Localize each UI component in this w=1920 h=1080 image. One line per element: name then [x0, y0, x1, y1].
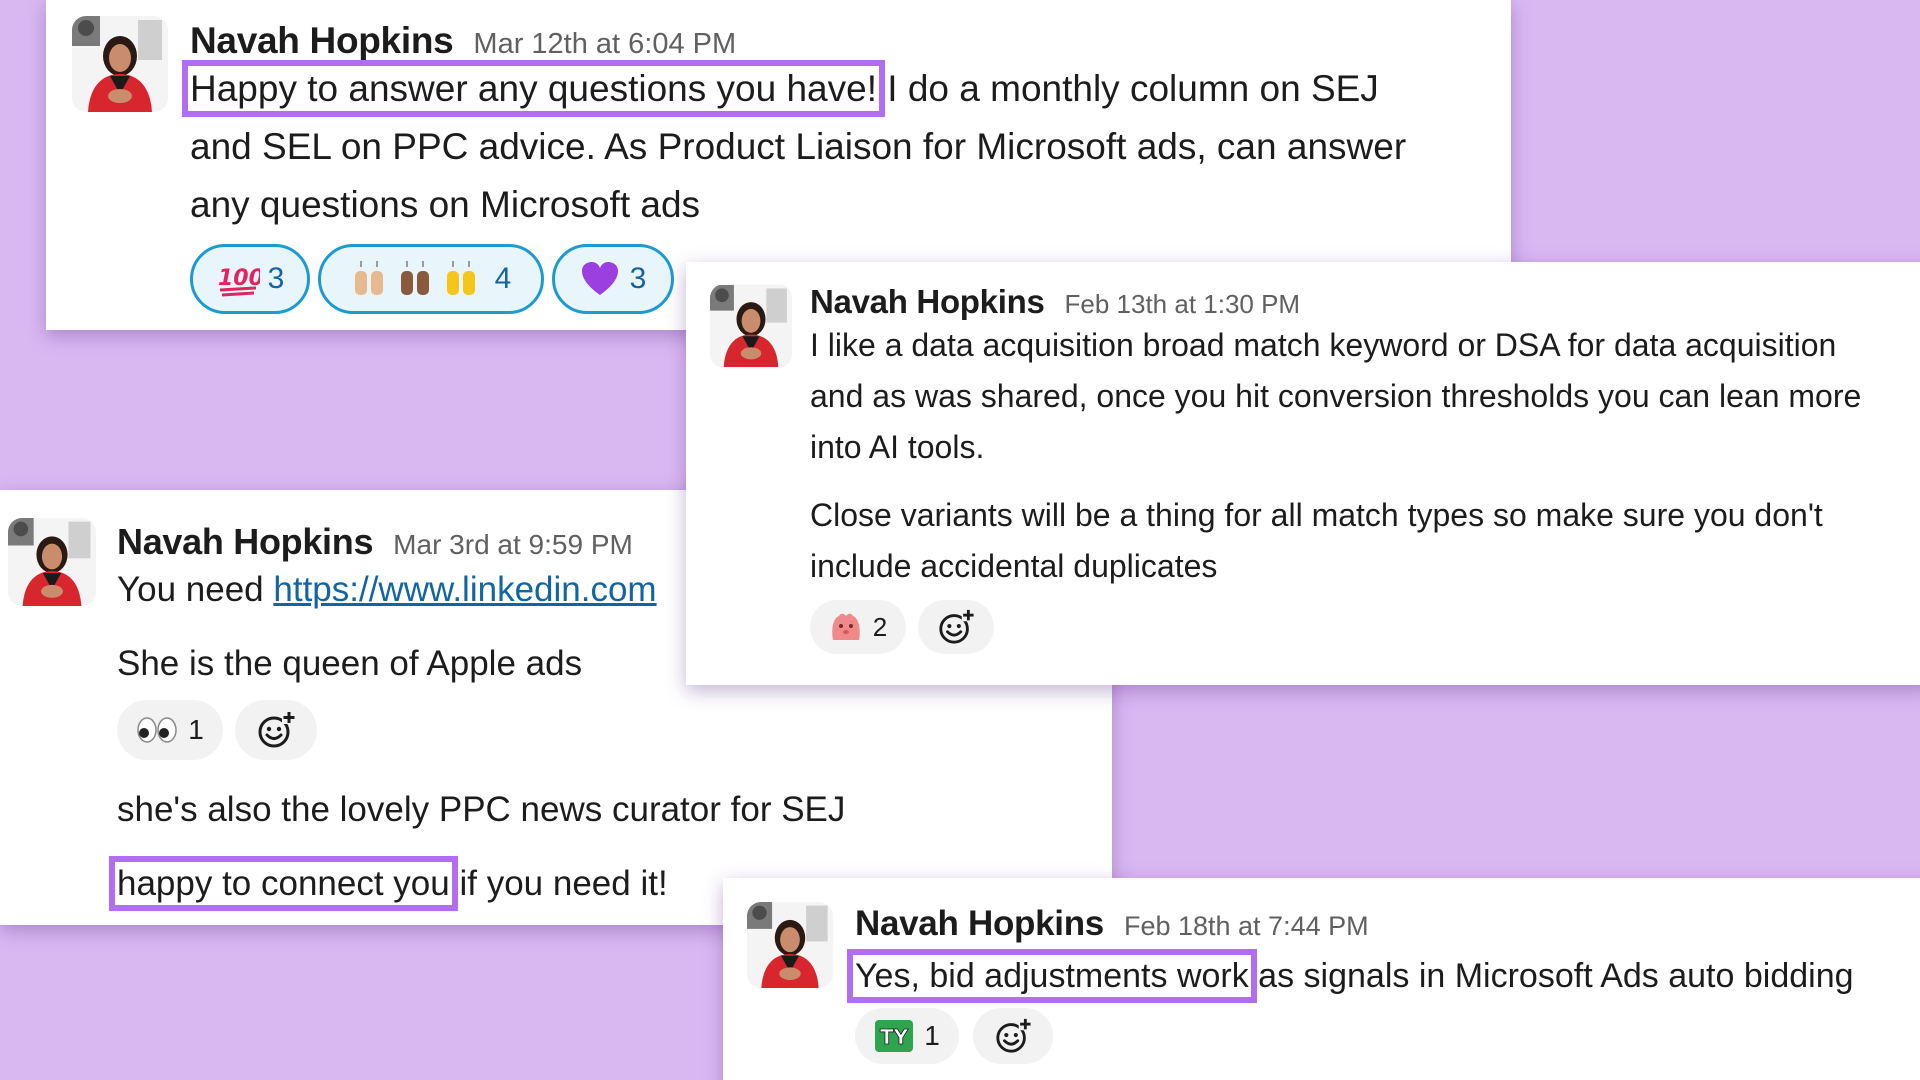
message-header: Navah Hopkins Feb 18th at 7:44 PM	[855, 898, 1854, 943]
reaction-count: 3	[267, 262, 285, 295]
message-line: into AI tools.	[810, 429, 985, 465]
reaction-count: 4	[494, 262, 512, 295]
reaction-eyes[interactable]: 1	[117, 700, 223, 760]
message-body: Navah Hopkins Feb 18th at 7:44 PM Yes, b…	[847, 898, 1854, 1064]
reaction-bar: TY 1	[855, 1008, 1854, 1064]
message-line: Happy to answer any questions you have! …	[182, 60, 1406, 118]
message-body: Navah Hopkins Feb 13th at 1:30 PM I like…	[810, 276, 1861, 654]
hundred-points-icon: 100	[216, 261, 260, 297]
message-line: Yes, bid adjustments work as signals in …	[847, 949, 1854, 1003]
reaction-count: 2	[872, 611, 888, 642]
author-name[interactable]: Navah Hopkins	[855, 898, 1104, 950]
purple-heart-icon	[580, 261, 620, 297]
message-line: Close variants will be a thing for all m…	[810, 497, 1823, 533]
add-reaction-button[interactable]	[235, 700, 317, 760]
message-line: she's also the lovely PPC news curator f…	[117, 790, 846, 829]
raised-hands-icon	[351, 259, 487, 299]
avatar-photo-icon	[8, 518, 96, 606]
add-reaction-button[interactable]	[973, 1008, 1053, 1064]
add-reaction-button[interactable]	[918, 600, 994, 654]
reaction-hundred[interactable]: 100 3	[190, 244, 310, 314]
reaction-raised-hands[interactable]: 4	[318, 244, 544, 314]
add-emoji-icon	[258, 712, 296, 748]
avatar[interactable]	[8, 518, 96, 606]
pink-blob-icon	[829, 612, 863, 642]
reaction-count: 1	[188, 714, 204, 745]
avatar[interactable]	[710, 284, 792, 368]
timestamp[interactable]: Feb 18th at 7:44 PM	[1124, 900, 1369, 952]
reaction-count: 1	[924, 1020, 940, 1051]
avatar[interactable]	[747, 902, 833, 988]
highlighted-text: Happy to answer any questions you have!	[182, 60, 885, 117]
avatar-photo-icon	[72, 16, 168, 112]
message-header: Navah Hopkins Feb 13th at 1:30 PM	[810, 276, 1861, 320]
message-line: and as was shared, once you hit conversi…	[810, 378, 1862, 414]
add-emoji-icon	[939, 609, 975, 644]
message-line: and SEL on PPC advice. As Product Liaiso…	[190, 126, 1407, 167]
ty-icon: TY	[874, 1019, 914, 1053]
highlighted-text: Yes, bid adjustments work	[847, 949, 1257, 1003]
message-line: I like a data acquisition broad match ke…	[810, 327, 1837, 363]
message-line: include accidental duplicates	[810, 548, 1218, 584]
highlighted-text: happy to connect you	[109, 856, 458, 911]
reaction-ty[interactable]: TY 1	[855, 1008, 959, 1064]
message-text: if you need it!	[449, 864, 668, 903]
svg-text:TY: TY	[880, 1025, 909, 1049]
avatar-photo-icon	[710, 285, 792, 367]
avatar[interactable]	[72, 16, 168, 112]
message-text: as signals in Microsoft Ads auto bidding	[1248, 957, 1854, 995]
reaction-pink-blob[interactable]: 2	[810, 600, 906, 654]
linkedin-link[interactable]: https://www.linkedin.com	[273, 570, 656, 609]
reaction-bar: 1	[117, 700, 845, 760]
message-header: Navah Hopkins Mar 12th at 6:04 PM	[190, 12, 1406, 61]
message-card-feb13: Navah Hopkins Feb 13th at 1:30 PM I like…	[686, 262, 1920, 685]
reaction-purple-heart[interactable]: 3	[552, 244, 674, 314]
message-text: I do a monthly column on SEJ	[876, 68, 1379, 109]
reaction-bar: 2	[810, 600, 1861, 654]
message-text: You need	[117, 570, 274, 609]
message-line: any questions on Microsoft ads	[190, 184, 701, 225]
message-card-feb18: Navah Hopkins Feb 18th at 7:44 PM Yes, b…	[723, 878, 1920, 1080]
add-emoji-icon	[996, 1018, 1032, 1053]
eyes-icon	[136, 716, 178, 744]
reaction-count: 3	[629, 262, 647, 295]
avatar-photo-icon	[747, 902, 833, 988]
